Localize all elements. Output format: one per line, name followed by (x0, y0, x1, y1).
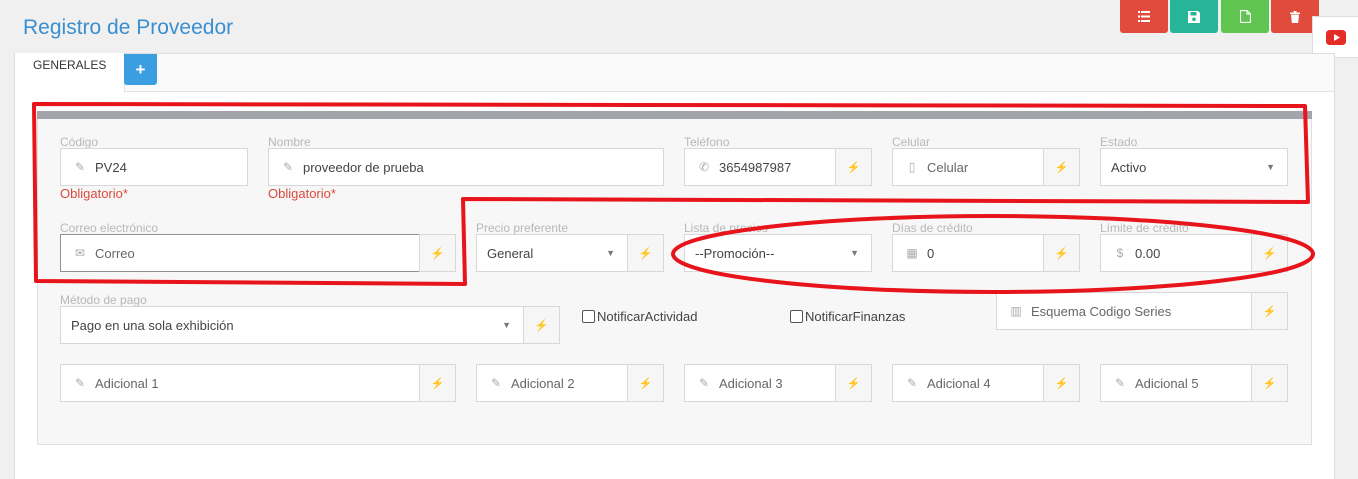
lista-label: Lista de precios (684, 221, 769, 235)
limite-wand-button[interactable]: ⚡ (1251, 234, 1288, 272)
adicional-2-input[interactable]: ✎ Adicional 2 (476, 364, 628, 402)
metodo-select[interactable]: Pago en una sola exhibición ▼ (60, 306, 524, 344)
mobile-icon: ▯ (908, 160, 916, 174)
caret-down-icon: ▼ (1266, 162, 1275, 172)
limite-input[interactable]: $ 0.00 (1100, 234, 1252, 272)
magic-wand-icon: ⚡ (638, 377, 653, 390)
estado-select[interactable]: Activo ▼ (1100, 148, 1288, 186)
dias-label: Días de crédito (892, 221, 973, 235)
magic-wand-icon: ⚡ (846, 161, 861, 174)
caret-down-icon: ▼ (606, 248, 615, 258)
phone-icon: ✆ (698, 160, 710, 174)
dias-wand-button[interactable]: ⚡ (1043, 234, 1080, 272)
edit-icon: ✎ (74, 160, 86, 174)
codigo-label: Código (60, 135, 99, 149)
adicional-1-wand-button[interactable]: ⚡ (419, 364, 456, 402)
adicional-4-input[interactable]: ✎ Adicional 4 (892, 364, 1044, 402)
codigo-required: Obligatorio* (60, 186, 128, 201)
edit-icon: ✎ (1114, 376, 1126, 390)
dollar-icon: $ (1116, 246, 1124, 260)
envelope-icon: ✉ (74, 246, 86, 260)
adicional-5-wand-button[interactable]: ⚡ (1251, 364, 1288, 402)
trash-icon (1290, 10, 1300, 23)
nombre-input[interactable]: ✎ proveedor de prueba (268, 148, 664, 186)
correo-label: Correo electrónico (60, 221, 159, 235)
adicional-3-input[interactable]: ✎ Adicional 3 (684, 364, 836, 402)
esquema-wand-button[interactable]: ⚡ (1251, 292, 1288, 330)
precio-wand-button[interactable]: ⚡ (627, 234, 664, 272)
precio-label: Precio preferente (476, 221, 569, 235)
notificar-finanzas-checkbox[interactable]: NotificarFinanzas (790, 309, 905, 324)
magic-wand-icon: ⚡ (1262, 377, 1277, 390)
checkbox-box[interactable] (582, 310, 595, 323)
metodo-label: Método de pago (60, 293, 147, 307)
edit-icon: ✎ (282, 160, 294, 174)
celular-label: Celular (892, 135, 931, 149)
correo-input[interactable]: ✉ Correo (60, 234, 420, 272)
magic-wand-icon: ⚡ (1262, 305, 1277, 318)
lista-select[interactable]: --Promoción-- ▼ (684, 234, 872, 272)
magic-wand-icon: ⚡ (534, 319, 549, 332)
limite-label: Límite de crédito (1100, 221, 1189, 235)
nombre-required: Obligatorio* (268, 186, 336, 201)
magic-wand-icon: ⚡ (1262, 247, 1277, 260)
caret-down-icon: ▼ (850, 248, 859, 258)
new-button[interactable] (1221, 0, 1269, 33)
magic-wand-icon: ⚡ (846, 377, 861, 390)
adicional-4-wand-button[interactable]: ⚡ (1043, 364, 1080, 402)
form-header-bar (37, 111, 1312, 119)
edit-icon: ✎ (490, 376, 502, 390)
correo-wand-button[interactable]: ⚡ (419, 234, 456, 272)
dias-input[interactable]: ▦ 0 (892, 234, 1044, 272)
checkbox-box[interactable] (790, 310, 803, 323)
youtube-play-icon (1325, 29, 1346, 45)
tab-bar: GENERALES + (15, 53, 1334, 93)
telefono-input[interactable]: ✆ 3654987987 (684, 148, 836, 186)
barcode-icon: ▥ (1010, 304, 1022, 318)
save-button[interactable] (1170, 0, 1218, 33)
adicional-2-wand-button[interactable]: ⚡ (627, 364, 664, 402)
list-icon (1138, 11, 1150, 22)
magic-wand-icon: ⚡ (1054, 377, 1069, 390)
celular-wand-button[interactable]: ⚡ (1043, 148, 1080, 186)
page-title: Registro de Proveedor (23, 16, 234, 39)
adicional-1-input[interactable]: ✎ Adicional 1 (60, 364, 420, 402)
adicional-5-input[interactable]: ✎ Adicional 5 (1100, 364, 1252, 402)
tab-generales[interactable]: GENERALES (15, 53, 125, 93)
file-icon (1239, 10, 1251, 23)
edit-icon: ✎ (74, 376, 86, 390)
calendar-icon: ▦ (906, 246, 918, 260)
telefono-wand-button[interactable]: ⚡ (835, 148, 872, 186)
add-tab-button[interactable]: + (124, 54, 157, 85)
edit-icon: ✎ (698, 376, 710, 390)
magic-wand-icon: ⚡ (1054, 161, 1069, 174)
magic-wand-icon: ⚡ (430, 377, 445, 390)
metodo-wand-button[interactable]: ⚡ (523, 306, 560, 344)
magic-wand-icon: ⚡ (430, 247, 445, 260)
nombre-label: Nombre (268, 135, 311, 149)
notificar-actividad-checkbox[interactable]: NotificarActividad (582, 309, 697, 324)
list-button[interactable] (1120, 0, 1168, 33)
precio-select[interactable]: General ▼ (476, 234, 628, 272)
magic-wand-icon: ⚡ (638, 247, 653, 260)
youtube-button[interactable] (1312, 16, 1358, 58)
caret-down-icon: ▼ (502, 320, 511, 330)
edit-icon: ✎ (906, 376, 918, 390)
floppy-disk-icon (1188, 10, 1200, 23)
tab-generales-label: GENERALES (33, 58, 107, 72)
esquema-input[interactable]: ▥ Esquema Codigo Series (996, 292, 1252, 330)
celular-input[interactable]: ▯ Celular (892, 148, 1044, 186)
telefono-label: Teléfono (684, 135, 730, 149)
estado-label: Estado (1100, 135, 1138, 149)
codigo-input[interactable]: ✎ PV24 (60, 148, 248, 186)
adicional-3-wand-button[interactable]: ⚡ (835, 364, 872, 402)
magic-wand-icon: ⚡ (1054, 247, 1069, 260)
